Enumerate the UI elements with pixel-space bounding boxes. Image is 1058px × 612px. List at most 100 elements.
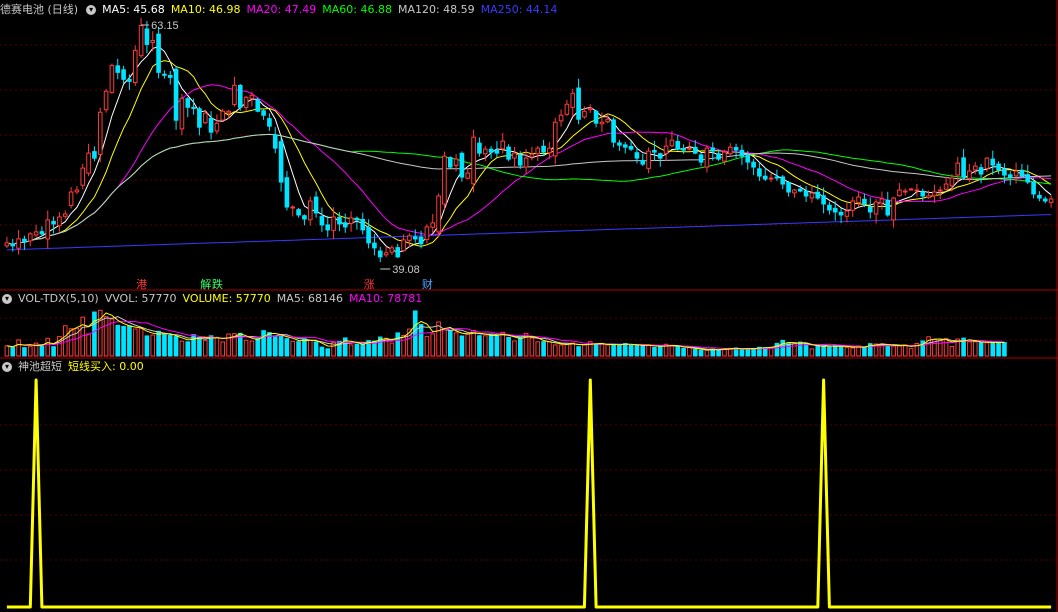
volume-bar-133 [780, 339, 786, 357]
candle-body-134 [786, 181, 791, 193]
candle-16 [97, 107, 103, 163]
candle-body-43 [255, 99, 261, 112]
candle-129 [757, 162, 762, 181]
event-marker-4[interactable]: 财 [422, 276, 433, 292]
candle-91 [535, 145, 541, 162]
signal-indicator-name: 神池超短 [18, 360, 62, 373]
moving-average-lines [6, 46, 1052, 253]
signal-settings-icon[interactable]: ▾ [2, 362, 12, 372]
settings-toggle-icon[interactable]: ▾ [86, 5, 97, 15]
volume-bar-93 [547, 341, 552, 357]
candle-2 [16, 229, 21, 255]
candle-27 [162, 70, 167, 79]
candle-body-38 [226, 110, 231, 114]
candle-body-71 [418, 236, 424, 245]
candle-body-178 [1042, 198, 1048, 202]
volume-header: ▾ VOL-TDX(5,10) VVOL: 57770 VOLUME: 57770 MA… [0, 291, 434, 307]
candle-146 [856, 191, 861, 208]
candle-124 [727, 143, 733, 156]
volume-bar-71 [418, 324, 424, 357]
candle-body-113 [663, 145, 669, 154]
volume-bar-31 [185, 341, 191, 357]
volume-bar-108 [634, 345, 640, 357]
candle-body-20 [121, 69, 126, 80]
candle-body-4 [27, 233, 33, 242]
signal-pane[interactable] [6, 378, 1052, 609]
candle-81 [477, 137, 482, 157]
candle-body-18 [109, 64, 115, 93]
volume-pane[interactable] [4, 309, 1007, 357]
candle-143 [838, 207, 844, 224]
volume-bar-107 [628, 344, 634, 357]
candle-109 [640, 153, 646, 166]
candle-body-161 [943, 183, 949, 190]
candle-body-99 [582, 110, 587, 118]
candle-body-112 [657, 153, 663, 159]
volume-bar-77 [453, 332, 459, 357]
candle-body-111 [652, 149, 657, 153]
volume-bar-103 [605, 344, 611, 357]
candle-155 [908, 187, 914, 191]
candle-79 [465, 168, 471, 180]
volume-bar-99 [582, 344, 587, 357]
volume-bar-7 [45, 337, 51, 357]
volume-bar-79 [465, 332, 471, 357]
candle-body-95 [558, 114, 564, 122]
candle-body-80 [471, 136, 476, 185]
candle-144 [844, 202, 850, 223]
volume-bar-110 [646, 344, 651, 357]
candle-body-116 [681, 148, 686, 151]
event-marker-2[interactable]: 跌 [212, 276, 223, 292]
candle-117 [687, 141, 692, 151]
candle-body-147 [862, 198, 867, 205]
candle-body-76 [447, 157, 453, 168]
candle-174 [1019, 163, 1025, 178]
candle-body-77 [453, 158, 459, 167]
candle-body-26 [156, 33, 161, 73]
candle-body-126 [739, 149, 745, 157]
candle-166 [972, 162, 978, 175]
event-marker-0[interactable]: 港 [136, 276, 147, 292]
volume-bar-61 [360, 343, 366, 357]
candle-101 [593, 109, 599, 128]
volume-bar-21 [127, 325, 132, 357]
candle-body-156 [914, 189, 920, 192]
candle-86 [506, 144, 511, 162]
volume-bar-140 [821, 345, 826, 357]
candle-body-150 [879, 198, 885, 204]
volume-bar-162 [949, 345, 955, 357]
volume-bar-30 [179, 340, 185, 357]
candle-body-16 [97, 111, 103, 155]
candle-60 [354, 216, 360, 230]
candle-body-89 [523, 157, 529, 168]
candle-150 [879, 191, 885, 210]
event-marker-1[interactable]: 解 [200, 276, 211, 292]
candle-body-94 [552, 121, 558, 157]
candle-9 [57, 212, 62, 232]
candle-body-139 [815, 191, 821, 199]
volume-bar-102 [599, 343, 605, 357]
candle-body-164 [961, 157, 966, 178]
candle-24 [144, 21, 150, 54]
candle-104 [611, 117, 616, 148]
candle-body-132 [774, 176, 780, 179]
candle-body-59 [348, 217, 354, 224]
candle-148 [867, 197, 873, 219]
candle-body-81 [477, 142, 482, 154]
candle-125 [733, 143, 739, 159]
ma-legend-item-4: MA120: 48.59 [397, 3, 475, 16]
candle-73 [430, 213, 436, 234]
candle-body-118 [692, 146, 698, 154]
volume-bar-18 [109, 318, 115, 357]
volume-bar-8 [51, 346, 56, 357]
volume-settings-icon[interactable]: ▾ [2, 294, 12, 304]
event-marker-3[interactable]: 涨 [364, 276, 375, 292]
candle-body-5 [33, 231, 39, 236]
volume-legend-item-3: MA10: 78781 [349, 292, 423, 305]
candle-13 [80, 163, 86, 190]
price-pane[interactable]: 63.15 39.08 [4, 17, 1054, 276]
volume-bar-74 [436, 321, 441, 357]
candle-85 [500, 132, 506, 154]
volume-bar-104 [611, 344, 616, 357]
candle-body-65 [383, 252, 389, 256]
